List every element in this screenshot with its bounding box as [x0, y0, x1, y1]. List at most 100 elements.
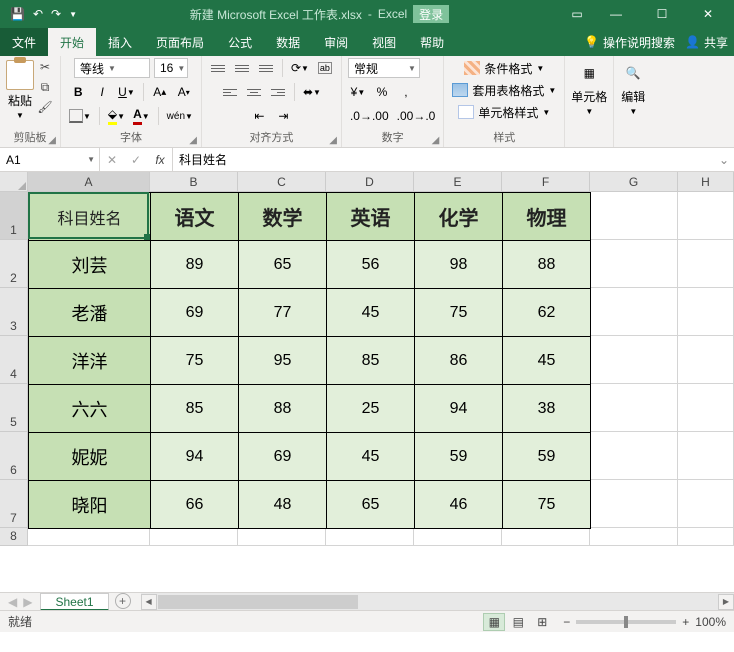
tab-review[interactable]: 审阅 [312, 28, 360, 56]
tab-formulas[interactable]: 公式 [216, 28, 264, 56]
close-icon[interactable]: ✕ [686, 0, 730, 28]
number-format-dropdown[interactable]: 常规▼ [348, 58, 420, 78]
align-top-button[interactable] [208, 58, 228, 78]
currency-button[interactable]: ¥▼ [348, 82, 368, 102]
maximize-icon[interactable]: ☐ [640, 0, 684, 28]
formula-input[interactable]: 科目姓名 [173, 148, 714, 171]
increase-decimal-button[interactable]: .0→.00 [348, 106, 391, 126]
border-button[interactable]: ▼ [67, 106, 93, 126]
qa-customize-icon[interactable]: ▼ [69, 10, 77, 19]
tab-page-layout[interactable]: 页面布局 [144, 28, 216, 56]
align-center-button[interactable] [244, 82, 264, 102]
align-right-button[interactable] [268, 82, 288, 102]
copy-icon[interactable]: ⧉ [36, 78, 54, 96]
phonetic-button[interactable]: wén▼ [165, 106, 195, 126]
number-launcher-icon[interactable]: ◢ [432, 135, 440, 146]
tab-help[interactable]: 帮助 [408, 28, 456, 56]
comma-button[interactable]: , [396, 82, 416, 102]
font-name-dropdown[interactable]: 等线▼ [74, 58, 150, 78]
paste-button[interactable]: 粘贴 ▼ [6, 58, 34, 120]
zoom-slider[interactable] [576, 620, 676, 624]
accept-edit-icon[interactable]: ✓ [124, 148, 148, 171]
ribbon-options-icon[interactable]: ▭ [562, 0, 592, 28]
insert-function-icon[interactable]: fx [148, 148, 172, 171]
share-button[interactable]: 👤 共享 [685, 34, 728, 51]
grow-font-button[interactable]: A▴ [150, 82, 170, 102]
percent-button[interactable]: % [372, 82, 392, 102]
shrink-font-button[interactable]: A▾ [174, 82, 194, 102]
wrap-text-button[interactable]: ab [315, 58, 335, 78]
column-header[interactable]: E [414, 172, 502, 192]
format-painter-icon[interactable]: 🖌 [36, 98, 54, 116]
sheet-tab[interactable]: Sheet1 [40, 593, 108, 610]
cancel-edit-icon[interactable]: ✕ [100, 148, 124, 171]
sheet-nav-prev-icon[interactable]: ◀ [8, 595, 17, 609]
name-box-dropdown-icon[interactable]: ▼ [87, 155, 95, 164]
name-box[interactable]: A1 ▼ [0, 148, 100, 171]
row-header[interactable]: 8 [0, 528, 28, 546]
clipboard-launcher-icon[interactable]: ◢ [48, 135, 56, 146]
indent-increase-button[interactable]: ⇥ [273, 106, 293, 126]
row-header[interactable]: 4 [0, 336, 28, 384]
zoom-level[interactable]: 100% [695, 615, 726, 629]
row-header[interactable]: 5 [0, 384, 28, 432]
horizontal-scrollbar[interactable]: ◀ ▶ [141, 593, 734, 610]
minimize-icon[interactable]: — [594, 0, 638, 28]
format-as-table-button[interactable]: 套用表格格式▼ [450, 80, 558, 100]
merge-button[interactable]: ⬌▼ [301, 82, 323, 102]
sheet-nav-next-icon[interactable]: ▶ [23, 595, 32, 609]
tab-insert[interactable]: 插入 [96, 28, 144, 56]
row-header[interactable]: 1 [0, 192, 28, 240]
tell-me-search[interactable]: 💡 操作说明搜索 [584, 34, 675, 51]
login-button[interactable]: 登录 [413, 5, 449, 23]
row-header[interactable]: 3 [0, 288, 28, 336]
column-header[interactable]: F [502, 172, 590, 192]
font-size-dropdown[interactable]: 16▼ [154, 58, 188, 78]
tab-view[interactable]: 视图 [360, 28, 408, 56]
column-header[interactable]: D [326, 172, 414, 192]
font-color-button[interactable]: A▼ [131, 106, 152, 126]
column-header[interactable]: H [678, 172, 734, 192]
spreadsheet-grid[interactable]: ABCDEFGH 12345678 科目姓名语文数学英语化学物理刘芸896556… [0, 172, 734, 610]
column-header[interactable]: A [28, 172, 150, 192]
align-middle-button[interactable] [232, 58, 252, 78]
decrease-decimal-button[interactable]: .00→.0 [395, 106, 438, 126]
editing-button[interactable]: 🔍 编辑 ▼ [620, 58, 646, 145]
tab-file[interactable]: 文件 [0, 28, 48, 56]
zoom-in-button[interactable]: + [682, 615, 689, 629]
indent-decrease-button[interactable]: ⇤ [249, 106, 269, 126]
italic-button[interactable]: I [92, 82, 112, 102]
underline-button[interactable]: U▼ [116, 82, 137, 102]
zoom-out-button[interactable]: − [563, 615, 570, 629]
align-left-button[interactable] [220, 82, 240, 102]
bold-button[interactable]: B [68, 82, 88, 102]
select-all-corner[interactable] [0, 172, 28, 192]
tab-data[interactable]: 数据 [264, 28, 312, 56]
alignment-launcher-icon[interactable]: ◢ [329, 135, 337, 146]
column-header[interactable]: G [590, 172, 678, 192]
new-sheet-button[interactable]: + [115, 593, 131, 609]
tab-home[interactable]: 开始 [48, 28, 96, 56]
row-header[interactable]: 6 [0, 432, 28, 480]
save-icon[interactable]: 💾 [10, 7, 25, 21]
view-page-break-icon[interactable]: ⊞ [531, 613, 553, 631]
column-header[interactable]: B [150, 172, 238, 192]
conditional-format-button[interactable]: 条件格式▼ [462, 58, 546, 78]
align-bottom-button[interactable] [256, 58, 276, 78]
view-page-layout-icon[interactable]: ▤ [507, 613, 529, 631]
scrollbar-thumb[interactable] [158, 595, 358, 609]
formula-bar-expand-icon[interactable]: ⌄ [714, 148, 734, 171]
view-normal-icon[interactable]: ▦ [483, 613, 505, 631]
fill-color-button[interactable]: ⬙▼ [106, 106, 127, 126]
font-launcher-icon[interactable]: ◢ [189, 135, 197, 146]
redo-icon[interactable]: ↷ [51, 7, 61, 21]
cell-styles-button[interactable]: 单元格样式▼ [456, 102, 552, 122]
scroll-left-icon[interactable]: ◀ [141, 594, 157, 610]
row-header[interactable]: 2 [0, 240, 28, 288]
cut-icon[interactable]: ✂ [36, 58, 54, 76]
orientation-button[interactable]: ⟳▼ [289, 58, 311, 78]
row-header[interactable]: 7 [0, 480, 28, 528]
undo-icon[interactable]: ↶ [33, 7, 43, 21]
cells-button[interactable]: ▦ 单元格 ▼ [571, 58, 607, 145]
column-header[interactable]: C [238, 172, 326, 192]
